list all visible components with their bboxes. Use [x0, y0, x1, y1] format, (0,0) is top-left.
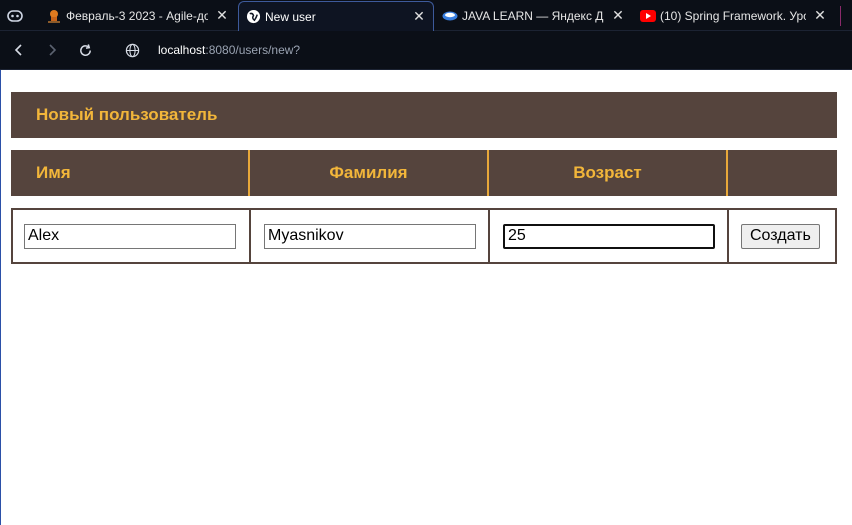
cell-first-name: [13, 210, 251, 262]
tab-title: Февраль-3 2023 - Agile-до: [66, 8, 208, 23]
url-host: localhost: [158, 43, 206, 57]
tab-bar: Февраль-3 2023 - Agile-до ✕ New user ✕ J…: [0, 0, 852, 31]
yandex-disk-icon: [442, 8, 458, 24]
column-header-first-name: Имя: [11, 150, 250, 196]
column-header-age: Возраст: [489, 150, 728, 196]
first-name-input[interactable]: [24, 223, 236, 249]
create-button[interactable]: Создать: [741, 223, 820, 249]
close-icon[interactable]: ✕: [812, 7, 828, 24]
close-icon[interactable]: ✕: [214, 7, 230, 24]
globe-icon: [245, 9, 261, 25]
tab-title: (10) Spring Framework. Уро: [660, 8, 806, 23]
forward-icon[interactable]: [41, 39, 63, 61]
tab-actions-icon[interactable]: [4, 5, 26, 27]
tab-youtube[interactable]: (10) Spring Framework. Уро ✕: [634, 0, 834, 31]
address-toolbar: localhost:8080/users/new?: [0, 31, 852, 70]
reload-icon[interactable]: [74, 39, 96, 61]
table-row: Создать: [11, 208, 837, 264]
url-path: :8080/users/new?: [205, 43, 301, 57]
tab-title: New user: [265, 9, 316, 24]
table-header: Имя Фамилия Возраст: [11, 150, 837, 196]
cell-age: [490, 210, 729, 262]
tab-yandex-disk[interactable]: JAVA LEARN — Яндекс Дис ✕: [436, 0, 632, 31]
address-bar[interactable]: localhost:8080/users/new?: [158, 43, 300, 57]
last-name-input[interactable]: [264, 223, 476, 249]
back-icon[interactable]: [8, 39, 30, 61]
window-controls-stub: [840, 6, 852, 26]
column-header-last-name: Фамилия: [250, 150, 489, 196]
tab-agile[interactable]: Февраль-3 2023 - Agile-до ✕: [40, 0, 236, 31]
close-icon[interactable]: ✕: [411, 8, 427, 25]
cell-last-name: [251, 210, 490, 262]
close-icon[interactable]: ✕: [610, 7, 626, 24]
page-title: Новый пользователь: [11, 92, 837, 138]
window-edge: [0, 0, 1, 525]
orange-bug-icon: [46, 8, 62, 24]
cell-actions: Создать: [729, 210, 835, 262]
tab-title: JAVA LEARN — Яндекс Дис: [462, 8, 604, 23]
site-info-icon[interactable]: [121, 39, 143, 61]
youtube-icon: [640, 8, 656, 24]
age-input[interactable]: [503, 223, 715, 249]
column-header-actions: [728, 150, 837, 196]
tab-new-user[interactable]: New user ✕: [238, 1, 434, 31]
